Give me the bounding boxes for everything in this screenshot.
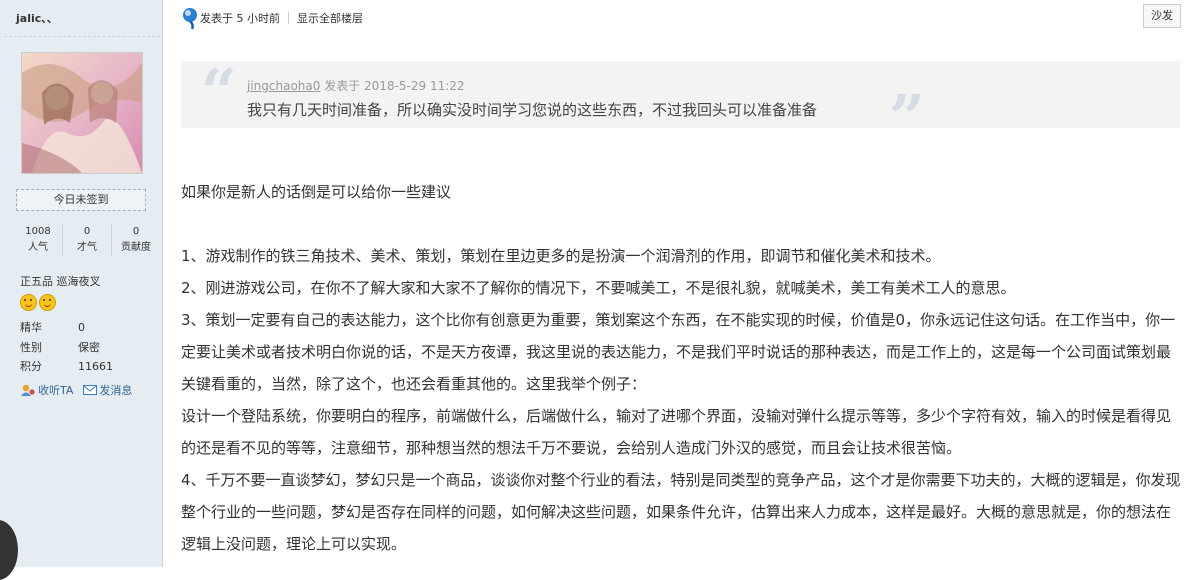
user-rank[interactable]: 正五品 巡海夜叉 — [20, 273, 101, 289]
user-actions: 收听TA 发消息 — [20, 382, 132, 398]
stat-contribution[interactable]: 0 贡献度 — [111, 224, 160, 256]
post-meta-bar: 发表于 5 小时前 显示全部楼层 — [180, 6, 363, 30]
smiley-medal-icon[interactable] — [39, 294, 56, 311]
open-quote-icon: “ — [201, 55, 237, 128]
divider — [288, 12, 289, 24]
show-all-floors-link[interactable]: 显示全部楼层 — [297, 10, 363, 26]
info-key: 精华 — [20, 321, 42, 334]
info-row: 积分 11661 — [20, 357, 113, 377]
info-row: 精华 0 — [20, 318, 113, 338]
post-paragraph: 2、刚进游戏公司，在你不了解大家和大家不了解你的情况下，不要喊美工，不是很礼貌，… — [181, 279, 1016, 297]
quote-header: jingchaoha0 发表于 2018-5-29 11:22 — [247, 77, 465, 94]
post-paragraph: 3、策划一定要有自己的表达能力，这个比你有创意更为重要，策划案这个东西，在不能实… — [181, 311, 1176, 393]
stat-value: 0 — [132, 226, 140, 237]
info-key: 性别 — [20, 340, 42, 354]
info-key: 积分 — [20, 360, 42, 373]
stat-label: 才气 — [77, 242, 97, 253]
checkin-button[interactable]: 今日未签到 — [16, 189, 146, 211]
quote-block: “ jingchaoha0 发表于 2018-5-29 11:22 我只有几天时… — [181, 55, 1180, 154]
floor-number[interactable]: 沙发 — [1143, 4, 1181, 28]
post-content: 如果你是新人的话倒是可以给你一些建议 1、游戏制作的铁三角技术、美术、策划，策划… — [181, 176, 1181, 560]
stat-value: 0 — [83, 226, 91, 237]
message-label: 发消息 — [99, 384, 133, 397]
quote-author[interactable]: jingchaoha0 — [247, 79, 320, 93]
stat-label: 人气 — [28, 242, 48, 253]
avatar[interactable] — [21, 52, 143, 174]
user-sidebar: jalic、、 今日未签到 1008 人气 0 才气 0 贡献度 正五品 巡海夜… — [0, 0, 163, 580]
quote-date: 发表于 2018-5-29 11:22 — [324, 79, 465, 93]
floating-widget[interactable] — [0, 520, 18, 580]
user-stats: 1008 人气 0 才气 0 贡献度 — [14, 224, 160, 256]
follow-link[interactable]: 收听TA — [20, 382, 73, 398]
user-info: 精华 0 性别 保密 积分 11661 — [20, 318, 113, 377]
quote-text: 我只有几天时间准备，所以确实没时间学习您说的这些东西，不过我回头可以准备准备 — [247, 101, 818, 119]
info-value: 保密 — [78, 340, 100, 354]
post-paragraph: 1、游戏制作的铁三角技术、美术、策划，策划在里边更多的是扮演一个润滑剂的作用，即… — [181, 247, 941, 265]
post-paragraph: 如果你是新人的话倒是可以给你一些建议 — [181, 183, 452, 201]
smiley-medal-icon[interactable] — [20, 294, 37, 311]
follow-label: 收听TA — [38, 384, 74, 397]
close-quote-icon: ” — [889, 81, 925, 154]
post-paragraph: 4、千万不要一直谈梦幻，梦幻只是一个商品，谈谈你对整个行业的看法，特别是同类型的… — [181, 471, 1181, 553]
message-link[interactable]: 发消息 — [83, 382, 132, 398]
stat-label: 贡献度 — [121, 242, 151, 253]
follow-icon — [21, 384, 35, 396]
envelope-icon — [83, 385, 98, 395]
post-paragraph: 设计一个登陆系统，你要明白的程序，前端做什么，后端做什么，输对了进哪个界面，没输… — [181, 407, 1172, 457]
info-row: 性别 保密 — [20, 338, 113, 358]
info-value: 11661 — [78, 360, 113, 373]
medal-list — [20, 294, 56, 311]
username[interactable]: jalic、、 — [16, 10, 58, 26]
online-status-icon — [183, 8, 197, 30]
divider — [4, 36, 160, 37]
stat-popularity[interactable]: 1008 人气 — [14, 224, 62, 256]
stat-value: 1008 — [25, 226, 51, 237]
info-value: 0 — [78, 321, 85, 334]
post-time: 发表于 5 小时前 — [200, 12, 280, 25]
stat-talent[interactable]: 0 才气 — [62, 224, 111, 256]
